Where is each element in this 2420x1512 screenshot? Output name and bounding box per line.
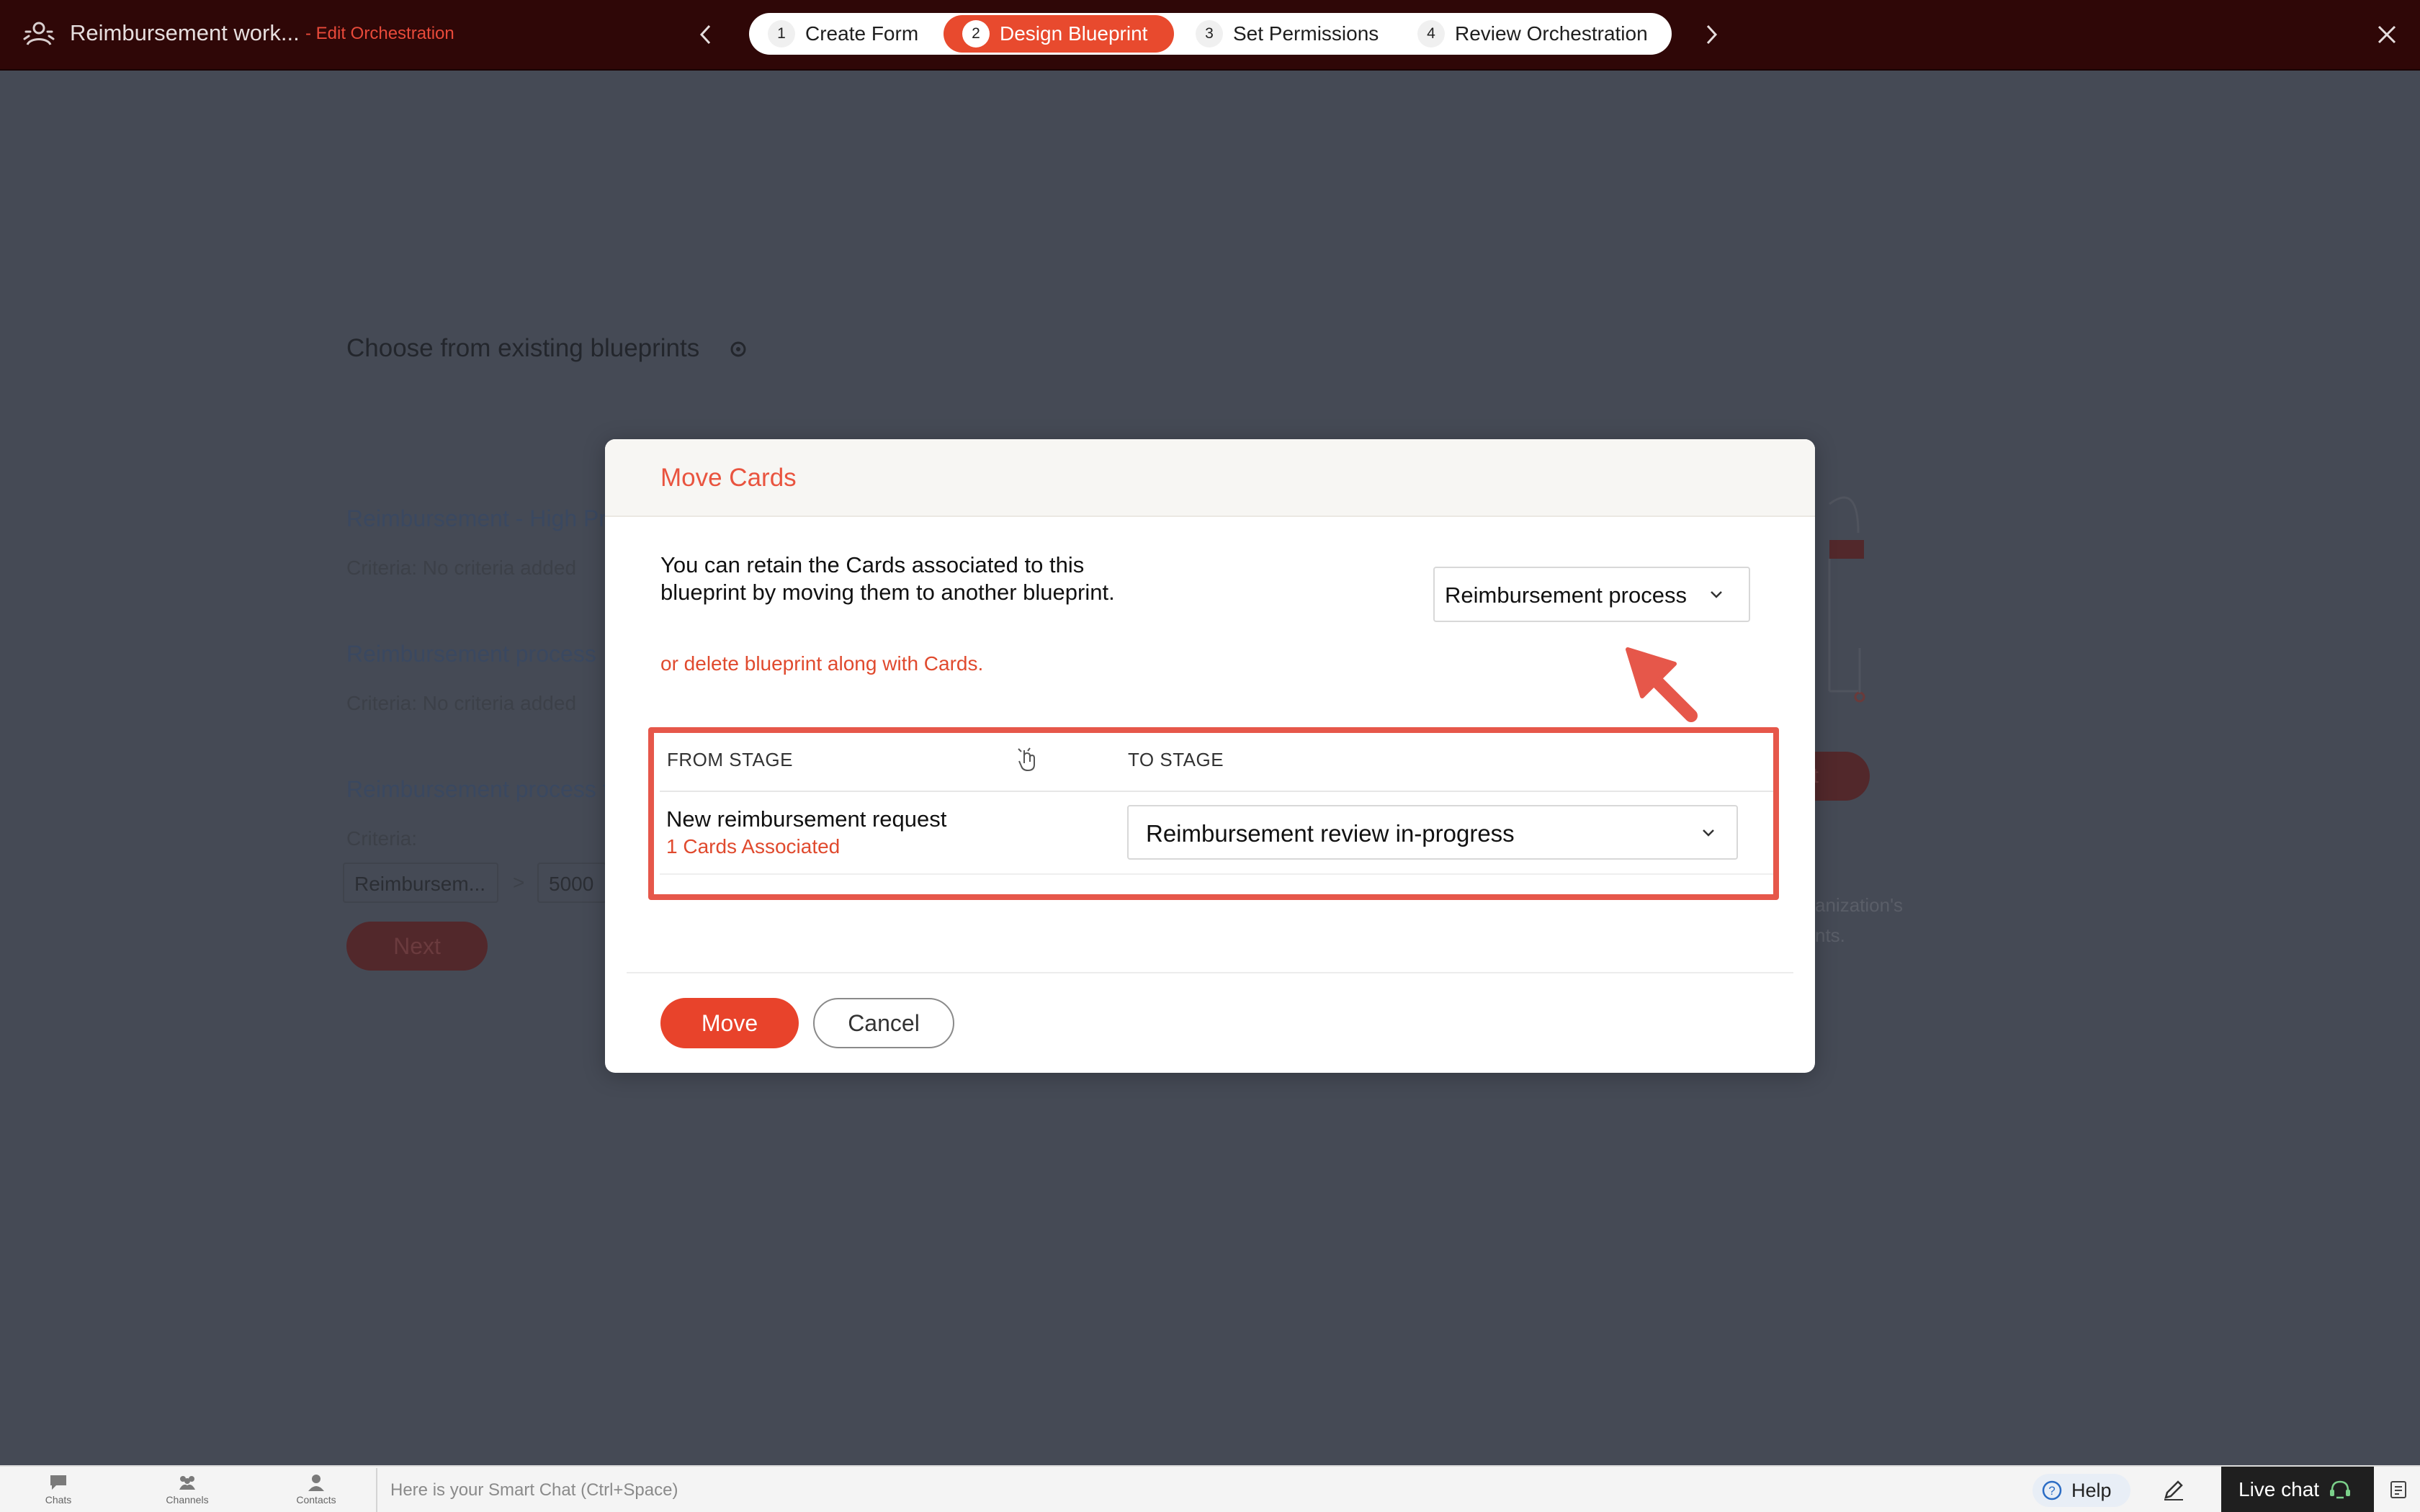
pointer-hand-icon <box>1018 747 1035 772</box>
chevron-left-icon <box>699 24 711 45</box>
help-label: Help <box>2071 1479 2112 1501</box>
to-stage-header: TO STAGE <box>1128 749 1224 770</box>
background-description: nts. <box>1815 924 1845 946</box>
stage-mapping-table: FROM STAGE TO STAGE New reimbursement re… <box>648 727 1779 900</box>
close-button[interactable] <box>2371 19 2403 50</box>
svg-text:?: ? <box>2048 1484 2055 1498</box>
to-stage-select[interactable]: Reimbursement review in-progress <box>1127 805 1738 860</box>
group-icon <box>179 1476 195 1490</box>
contacts-button[interactable]: Contacts <box>284 1472 349 1510</box>
criteria-field: Reimbursem... <box>343 863 498 903</box>
help-button[interactable]: ? Help <box>2033 1474 2130 1507</box>
previous-step-button[interactable] <box>690 19 722 50</box>
step-number: 3 <box>1196 20 1223 48</box>
step-label: Design Blueprint <box>1000 22 1148 45</box>
app-subtitle: - Edit Orchestration <box>305 24 454 43</box>
live-chat-label: Live chat <box>2238 1477 2320 1500</box>
chevron-down-icon <box>1711 591 1722 598</box>
bottom-divider <box>376 1468 377 1512</box>
contacts-label: Contacts <box>296 1494 336 1506</box>
move-cards-dialog: Move Cards You can retain the Cards asso… <box>605 439 1815 1073</box>
blueprint-link[interactable]: Reimbursement - High Pri <box>346 505 611 532</box>
chevron-right-icon <box>1706 24 1718 45</box>
help-icon: ? <box>2042 1480 2062 1500</box>
criteria-operator: > <box>513 871 525 894</box>
move-button[interactable]: Move <box>660 998 799 1048</box>
table-divider <box>660 873 1773 875</box>
footer-divider <box>627 972 1793 973</box>
step-label: Set Permissions <box>1233 22 1379 45</box>
selected-to-stage: Reimbursement review in-progress <box>1146 820 1515 847</box>
dialog-description: You can retain the Cards associated to t… <box>660 552 1115 605</box>
channels-button[interactable]: Channels <box>155 1472 220 1510</box>
from-stage-header: FROM STAGE <box>667 749 793 770</box>
person-icon <box>308 1475 324 1491</box>
background-description: anization's <box>1815 894 1904 916</box>
dialog-header: Move Cards <box>605 439 1815 517</box>
compose-button[interactable] <box>2156 1471 2191 1508</box>
chat-bubble-icon <box>50 1475 66 1490</box>
app-title: Reimbursement work... <box>70 20 300 45</box>
blueprint-criteria: Criteria: <box>346 827 418 850</box>
blueprint-criteria: Criteria: No criteria added <box>346 557 577 579</box>
edit-icon <box>2164 1480 2183 1500</box>
blueprint-link[interactable]: Reimbursement process fo <box>346 776 622 803</box>
top-bar: Reimbursement work... - Edit Orchestrati… <box>0 0 2420 71</box>
channels-label: Channels <box>166 1494 209 1506</box>
orchestration-logo-icon <box>23 22 55 45</box>
step-label: Create Form <box>805 22 919 45</box>
step-progress: 1 Create Form 2 Design Blueprint 3 Set P… <box>749 13 1672 55</box>
selected-blueprint: Reimbursement process <box>1445 582 1687 608</box>
chevron-down-icon <box>1703 829 1714 837</box>
support-agent-icon <box>2330 1480 2351 1498</box>
blueprint-illustration <box>1828 496 1865 703</box>
close-icon <box>2378 25 2396 44</box>
table-divider <box>660 791 1773 792</box>
notes-button[interactable] <box>2384 1474 2413 1506</box>
blueprint-link[interactable]: Reimbursement process <box>346 641 596 667</box>
next-button[interactable]: Next <box>346 922 488 971</box>
step-create-form[interactable]: 1 Create Form <box>768 15 918 53</box>
dialog-title: Move Cards <box>660 464 797 492</box>
notes-icon <box>2390 1481 2406 1498</box>
criteria-value: 5000 <box>537 863 606 903</box>
from-stage-name: New reimbursement request <box>666 806 947 832</box>
chats-label: Chats <box>45 1494 72 1506</box>
step-number: 4 <box>1417 20 1445 48</box>
step-number: 2 <box>962 20 990 48</box>
step-set-permissions[interactable]: 3 Set Permissions <box>1196 15 1379 53</box>
step-label: Review Orchestration <box>1455 22 1648 45</box>
step-review-orchestration[interactable]: 4 Review Orchestration <box>1417 15 1648 53</box>
target-blueprint-select[interactable]: Reimbursement process <box>1433 567 1750 622</box>
cancel-button[interactable]: Cancel <box>813 998 954 1048</box>
smart-chat-input[interactable] <box>379 1468 2014 1512</box>
next-step-button[interactable] <box>1695 19 1727 50</box>
step-design-blueprint[interactable]: 2 Design Blueprint <box>944 15 1174 53</box>
chats-button[interactable]: Chats <box>26 1472 91 1510</box>
step-number: 1 <box>768 20 795 48</box>
delete-blueprint-link[interactable]: or delete blueprint along with Cards. <box>660 652 983 675</box>
gear-icon <box>730 341 746 357</box>
live-chat-button[interactable]: Live chat <box>2221 1467 2374 1512</box>
annotation-arrow-icon <box>1626 647 1698 722</box>
existing-blueprints-heading: Choose from existing blueprints <box>346 334 700 362</box>
cards-associated-count: 1 Cards Associated <box>666 835 841 858</box>
blueprint-criteria: Criteria: No criteria added <box>346 692 577 714</box>
bottom-bar: Chats Channels Contacts ? Help Live chat <box>0 1465 2420 1512</box>
